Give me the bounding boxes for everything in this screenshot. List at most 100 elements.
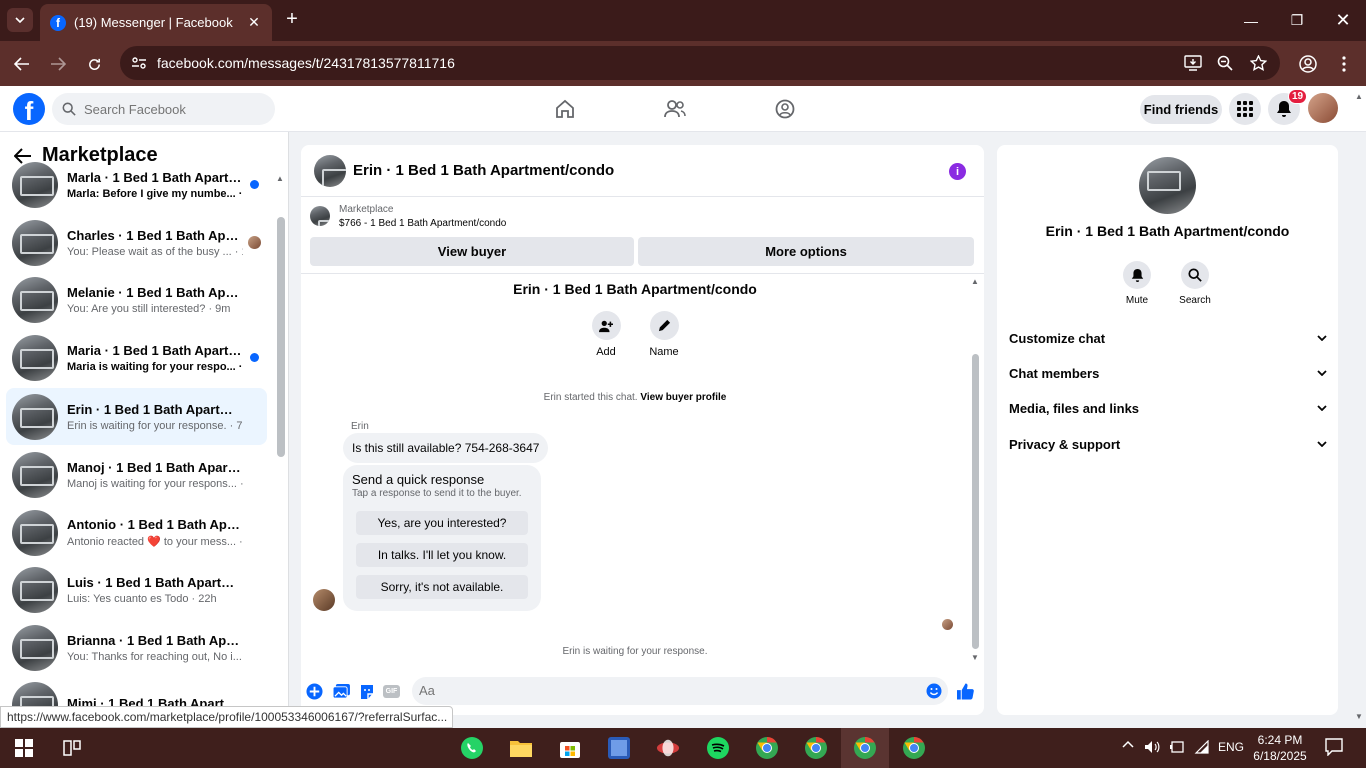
windows-start-icon[interactable] (12, 736, 36, 760)
facebook-search[interactable] (52, 93, 275, 125)
more-options-button[interactable]: More options (638, 237, 974, 266)
home-nav-button[interactable] (552, 96, 578, 122)
groups-nav-button[interactable] (772, 96, 798, 122)
sticker-button[interactable] (358, 683, 375, 700)
more-actions-button[interactable] (306, 683, 323, 700)
zoom-icon[interactable] (1216, 54, 1234, 72)
conversation-item[interactable]: Marla · 1 Bed 1 Bath Apartmen... Marla: B… (6, 156, 267, 213)
sidebar-scrollbar[interactable] (277, 217, 285, 457)
groups-icon (775, 99, 795, 119)
spotify-icon[interactable] (706, 736, 730, 760)
scroll-down-arrow-icon[interactable]: ▼ (1355, 712, 1363, 721)
windows-taskbar: ENG 6:24 PM 6/18/2025 (0, 728, 1366, 768)
listing-price[interactable]: $766 - 1 Bed 1 Bath Apartment/condo (339, 218, 506, 229)
scroll-down-arrow-icon[interactable]: ▼ (971, 653, 979, 662)
notification-center-icon[interactable] (1325, 738, 1343, 756)
scroll-up-arrow-icon[interactable]: ▲ (1355, 92, 1363, 101)
privacy-support-section[interactable]: Privacy & support (1009, 432, 1327, 456)
battery-icon[interactable] (1169, 740, 1185, 754)
emoji-button[interactable] (926, 683, 942, 699)
customize-chat-section[interactable]: Customize chat (1009, 326, 1327, 350)
install-app-icon[interactable] (1184, 54, 1202, 72)
find-friends-button[interactable]: Find friends (1140, 95, 1222, 124)
minimize-button[interactable]: — (1228, 0, 1274, 41)
photoshop-app-icon[interactable] (607, 736, 631, 760)
conversation-item[interactable]: Maria · 1 Bed 1 Bath Apartmen... Maria is… (6, 329, 267, 386)
reload-button[interactable] (81, 51, 107, 77)
quick-response-button[interactable]: Yes, are you interested? (356, 511, 528, 535)
message-input-box[interactable] (412, 677, 948, 705)
back-button[interactable] (9, 51, 35, 77)
volume-icon[interactable] (1144, 740, 1160, 754)
quick-response-button[interactable]: In talks. I'll let you know. (356, 543, 528, 567)
chat-title[interactable]: Erin · 1 Bed 1 Bath Apartment/condo (353, 162, 614, 179)
conversation-item-active[interactable]: Erin · 1 Bed 1 Bath Apartment/c... Erin i… (6, 388, 267, 445)
conversation-item[interactable]: Charles · 1 Bed 1 Bath Apartm... You: Ple… (6, 214, 267, 271)
add-person-icon (599, 320, 613, 332)
search-in-chat-button[interactable]: Search (1170, 261, 1220, 306)
conversation-item[interactable]: Manoj · 1 Bed 1 Bath Apartment... Manoj i… (6, 446, 267, 503)
view-buyer-profile-link[interactable]: View buyer profile (640, 392, 726, 403)
task-view-icon[interactable] (60, 736, 84, 760)
site-info-icon[interactable] (130, 54, 148, 72)
new-tab-button[interactable]: + (282, 9, 302, 29)
conversation-item[interactable]: Antonio · 1 Bed 1 Bath Apartme... Antonio… (6, 504, 267, 561)
browser-menu-button[interactable] (1331, 51, 1357, 77)
satellite-app-icon[interactable] (656, 736, 680, 760)
conversation-item[interactable]: Luis · 1 Bed 1 Bath Apartment/c... Luis: … (6, 561, 267, 618)
tab-close-icon[interactable]: ✕ (246, 14, 262, 31)
account-avatar[interactable] (1308, 93, 1338, 123)
chat-members-section[interactable]: Chat members (1009, 361, 1327, 385)
file-explorer-icon[interactable] (509, 736, 533, 760)
conversation-info-icon[interactable]: i (949, 163, 966, 180)
close-window-button[interactable]: ✕ (1320, 0, 1366, 41)
wifi-icon[interactable] (1194, 740, 1210, 754)
whatsapp-icon[interactable] (460, 736, 484, 760)
chrome-profile-icon[interactable] (755, 736, 779, 760)
profile-icon (1299, 55, 1317, 73)
bookmark-star-icon[interactable] (1249, 54, 1267, 72)
quick-response-button[interactable]: Sorry, it's not available. (356, 575, 528, 599)
like-button[interactable] (957, 683, 974, 700)
chrome-active-icon[interactable] (853, 736, 877, 760)
scroll-up-arrow-icon[interactable]: ▲ (971, 277, 979, 286)
media-files-links-section[interactable]: Media, files and links (1009, 396, 1327, 420)
gif-icon: GIF (383, 685, 400, 698)
buyer-avatar[interactable] (313, 589, 335, 611)
chat-scrollbar[interactable] (972, 354, 979, 649)
taskbar-clock[interactable]: 6:24 PM 6/18/2025 (1250, 732, 1310, 764)
add-people-button[interactable]: Add (576, 311, 636, 358)
chat-avatar[interactable] (314, 154, 346, 187)
microsoft-store-icon[interactable] (558, 736, 582, 760)
message-bubble[interactable]: Is this still available? 754-268-3647 (343, 433, 549, 463)
mute-button[interactable]: Mute (1112, 261, 1162, 306)
facebook-logo-icon[interactable]: f (13, 93, 45, 125)
view-buyer-button[interactable]: View buyer (310, 237, 634, 266)
scroll-up-arrow-icon[interactable]: ▲ (276, 174, 284, 183)
attach-photo-button[interactable] (333, 683, 350, 700)
unread-dot (250, 353, 259, 362)
info-avatar[interactable] (1139, 157, 1196, 214)
tab-search-button[interactable] (7, 8, 33, 32)
page-scrollbar[interactable]: ▲ ▼ (1354, 92, 1364, 722)
chrome-icon[interactable] (804, 736, 828, 760)
browser-tab[interactable]: f (19) Messenger | Facebook ✕ (40, 4, 272, 41)
name-chat-button[interactable]: Name (634, 311, 694, 358)
conversation-item[interactable]: Brianna · 1 Bed 1 Bath Apartme... You: Th… (6, 619, 267, 676)
conversation-item[interactable]: Melanie · 1 Bed 1 Bath Apartme... You: Ar… (6, 271, 267, 328)
message-input[interactable] (419, 683, 899, 698)
waiting-notice: Erin is waiting for your response. (562, 646, 708, 657)
tray-chevron-up-icon[interactable] (1122, 740, 1134, 748)
address-bar[interactable]: facebook.com/messages/t/2431781357781171… (120, 46, 1280, 80)
forward-button[interactable] (45, 51, 71, 77)
friends-nav-button[interactable] (662, 96, 688, 122)
conversation-item[interactable]: Mimi · 1 Bed 1 Bath Apartmen... (6, 676, 267, 706)
chrome-other-profile-icon[interactable] (902, 736, 926, 760)
language-indicator[interactable]: ENG (1218, 740, 1244, 754)
url-text: facebook.com/messages/t/2431781357781171… (157, 55, 455, 71)
gif-button[interactable]: GIF (383, 683, 400, 700)
menu-button[interactable] (1229, 93, 1261, 125)
facebook-search-input[interactable] (84, 101, 264, 117)
restore-button[interactable]: ❐ (1274, 0, 1320, 41)
profile-button[interactable] (1295, 51, 1321, 77)
